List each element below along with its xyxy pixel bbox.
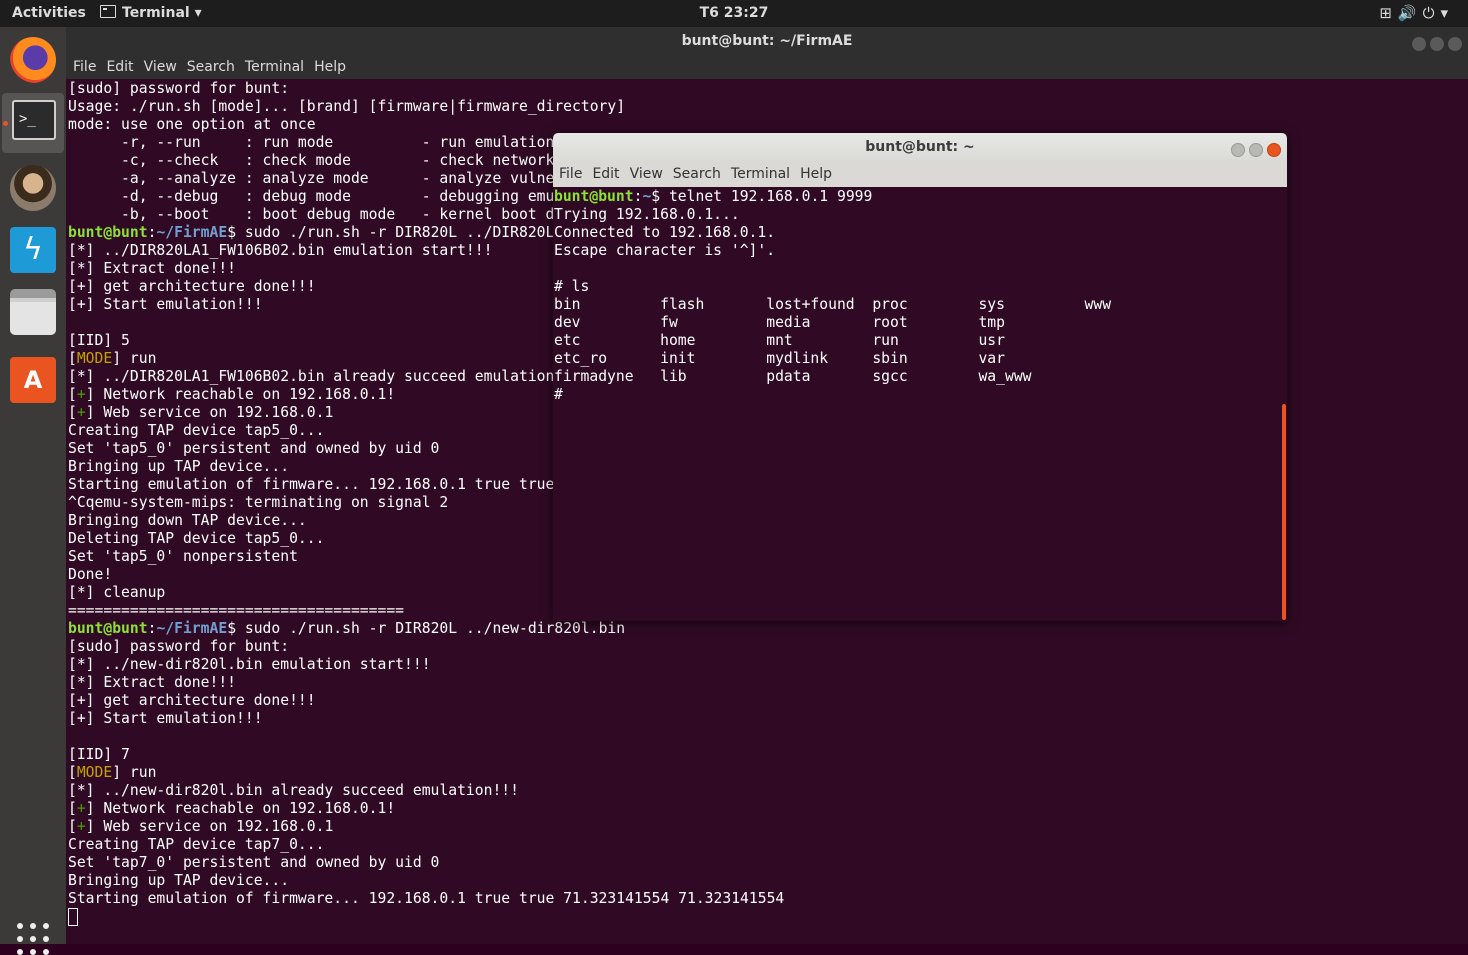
telnet-terminal-area[interactable]: bunt@bunt:~$ telnet 192.168.0.1 9999 Try… <box>553 187 1287 621</box>
terminal-line: [*] ../DIR820LA1_FW106B02.bin already su… <box>68 368 581 385</box>
menu-search[interactable]: Search <box>187 55 235 79</box>
telnet-window: bunt@bunt: ~ File Edit View Search Terminal H… <box>553 133 1287 621</box>
terminal-line: [*] ../new-dir820l.bin already succeed e… <box>68 782 519 799</box>
network-icon[interactable]: ⊞ <box>1379 4 1398 22</box>
terminal-line: Done! <box>68 566 113 583</box>
maximize-icon[interactable] <box>1249 143 1263 157</box>
scrollbar[interactable] <box>1282 404 1286 620</box>
terminal-line: Set 'tap7_0' persistent and owned by uid… <box>68 854 440 871</box>
terminal-line: [IID] 5 <box>68 332 130 349</box>
terminal-line: [*] Extract done!!! <box>68 674 237 691</box>
menu-view[interactable]: View <box>630 161 663 187</box>
close-icon[interactable] <box>1267 143 1281 157</box>
main-menubar: File Edit View Search Terminal Help <box>66 55 1468 79</box>
power-icon[interactable]: ⏻ <box>1423 4 1441 22</box>
terminal-line: Starting emulation of firmware... 192.16… <box>68 890 785 907</box>
menu-edit[interactable]: Edit <box>106 55 133 79</box>
terminal-line: Escape character is '^]'. <box>554 242 776 259</box>
telnet-terminal-output: bunt@bunt:~$ telnet 192.168.0.1 9999 Try… <box>554 188 1279 404</box>
volume-icon[interactable]: 🔊 <box>1398 4 1423 22</box>
terminal-line: Bringing up TAP device... <box>68 872 290 889</box>
terminal-line: Deleting TAP device tap5_0... <box>68 530 325 547</box>
terminal-line: mode: use one option at once <box>68 116 316 133</box>
terminal-line: [+] get architecture done!!! <box>68 692 316 709</box>
terminal-line: firmadyne lib pdata sgcc wa_www <box>554 368 1032 385</box>
show-applications-icon[interactable] <box>17 923 49 955</box>
chevron-down-icon[interactable]: ▾ <box>1440 4 1454 22</box>
terminal-line: [+] Network reachable on 192.168.0.1! <box>68 800 396 817</box>
terminal-line: [sudo] password for bunt: <box>68 638 290 655</box>
terminal-line: [+] Web service on 192.168.0.1 <box>68 404 334 421</box>
main-window-title: bunt@bunt: ~/FirmAE <box>681 33 853 49</box>
terminal-line: etc_ro init mydlink sbin var <box>554 350 1005 367</box>
terminal-line: Connected to 192.168.0.1. <box>554 224 776 241</box>
terminal-line: [+] Network reachable on 192.168.0.1! <box>68 386 396 403</box>
chevron-down-icon: ▾ <box>194 5 202 21</box>
minimize-icon[interactable] <box>1412 37 1426 51</box>
menu-file[interactable]: File <box>559 161 582 187</box>
terminal-icon <box>100 5 116 18</box>
terminal-line: [sudo] password for bunt: <box>68 80 290 97</box>
terminal-line: bunt@bunt:~/FirmAE$ sudo ./run.sh -r DIR… <box>68 620 626 637</box>
close-icon[interactable] <box>1448 37 1462 51</box>
terminal-line: Bringing up TAP device... <box>68 458 290 475</box>
terminal-line: Usage: ./run.sh [mode]... [brand] [firmw… <box>68 98 626 115</box>
system-tray[interactable]: ⊞🔊⏻▾ <box>1379 0 1454 27</box>
terminal-line: bin flash lost+found proc sys www <box>554 296 1112 313</box>
terminal-line: [*] ../new-dir820l.bin emulation start!!… <box>68 656 431 673</box>
terminal-line: Trying 192.168.0.1... <box>554 206 740 223</box>
terminal-line: etc home mnt run usr <box>554 332 1005 349</box>
terminal-line: # ls <box>554 278 590 295</box>
clock[interactable]: T6 23:27 <box>0 0 1468 27</box>
terminal-line: Creating TAP device tap7_0... <box>68 836 325 853</box>
terminal-line: # <box>554 386 563 403</box>
telnet-window-title: bunt@bunt: ~ <box>865 139 975 155</box>
menu-terminal[interactable]: Terminal <box>731 161 790 187</box>
app-menu-label: Terminal <box>122 5 190 21</box>
text-cursor <box>68 908 78 926</box>
user-app-icon[interactable] <box>10 165 56 211</box>
terminal-line: ====================================== <box>68 602 405 619</box>
minimize-icon[interactable] <box>1231 143 1245 157</box>
terminal-line: ^Cqemu-system-mips: terminating on signa… <box>68 494 449 511</box>
terminal-line: [IID] 7 <box>68 746 130 763</box>
telnet-menubar: File Edit View Search Terminal Help <box>553 161 1287 187</box>
main-window-titlebar[interactable]: bunt@bunt: ~/FirmAE <box>66 27 1468 55</box>
terminal-line: Set 'tap5_0' persistent and owned by uid… <box>68 440 440 457</box>
terminal-line: [+] Start emulation!!! <box>68 296 263 313</box>
terminal-line: bunt@bunt:~$ telnet 192.168.0.1 9999 <box>554 188 873 205</box>
menu-search[interactable]: Search <box>673 161 721 187</box>
terminal-line: [*] Extract done!!! <box>68 260 237 277</box>
zeal-icon[interactable]: ϟ <box>10 227 56 273</box>
dock: >_ ϟ A <box>0 27 66 955</box>
terminal-line: Creating TAP device tap5_0... <box>68 422 325 439</box>
terminal-line: [+] Web service on 192.168.0.1 <box>68 818 334 835</box>
menu-terminal[interactable]: Terminal <box>245 55 304 79</box>
telnet-window-titlebar[interactable]: bunt@bunt: ~ <box>553 133 1287 161</box>
terminal-line: [MODE] run <box>68 764 157 781</box>
maximize-icon[interactable] <box>1430 37 1444 51</box>
terminal-line: dev fw media root tmp <box>554 314 1005 331</box>
terminal-line: [+] Start emulation!!! <box>68 710 263 727</box>
ubuntu-software-icon[interactable]: A <box>10 357 56 403</box>
menu-file[interactable]: File <box>73 55 96 79</box>
active-indicator-icon <box>3 121 8 126</box>
top-bar: Activities T6 23:27 Terminal ▾ ⊞🔊⏻▾ <box>0 0 1468 27</box>
terminal-line: [+] get architecture done!!! <box>68 278 316 295</box>
app-menu-button[interactable]: Terminal ▾ <box>100 0 202 27</box>
menu-view[interactable]: View <box>144 55 177 79</box>
terminal-line: Bringing down TAP device... <box>68 512 307 529</box>
terminal-line: [*] cleanup <box>68 584 166 601</box>
menu-help[interactable]: Help <box>800 161 832 187</box>
terminal-line: [MODE] run <box>68 350 157 367</box>
menu-edit[interactable]: Edit <box>592 161 619 187</box>
terminal-line: [*] ../DIR820LA1_FW106B02.bin emulation … <box>68 242 493 259</box>
terminal-icon[interactable]: >_ <box>12 100 56 140</box>
terminal-line: Set 'tap5_0' nonpersistent <box>68 548 298 565</box>
menu-help[interactable]: Help <box>314 55 346 79</box>
files-icon[interactable] <box>10 289 56 335</box>
firefox-icon[interactable] <box>10 37 56 83</box>
